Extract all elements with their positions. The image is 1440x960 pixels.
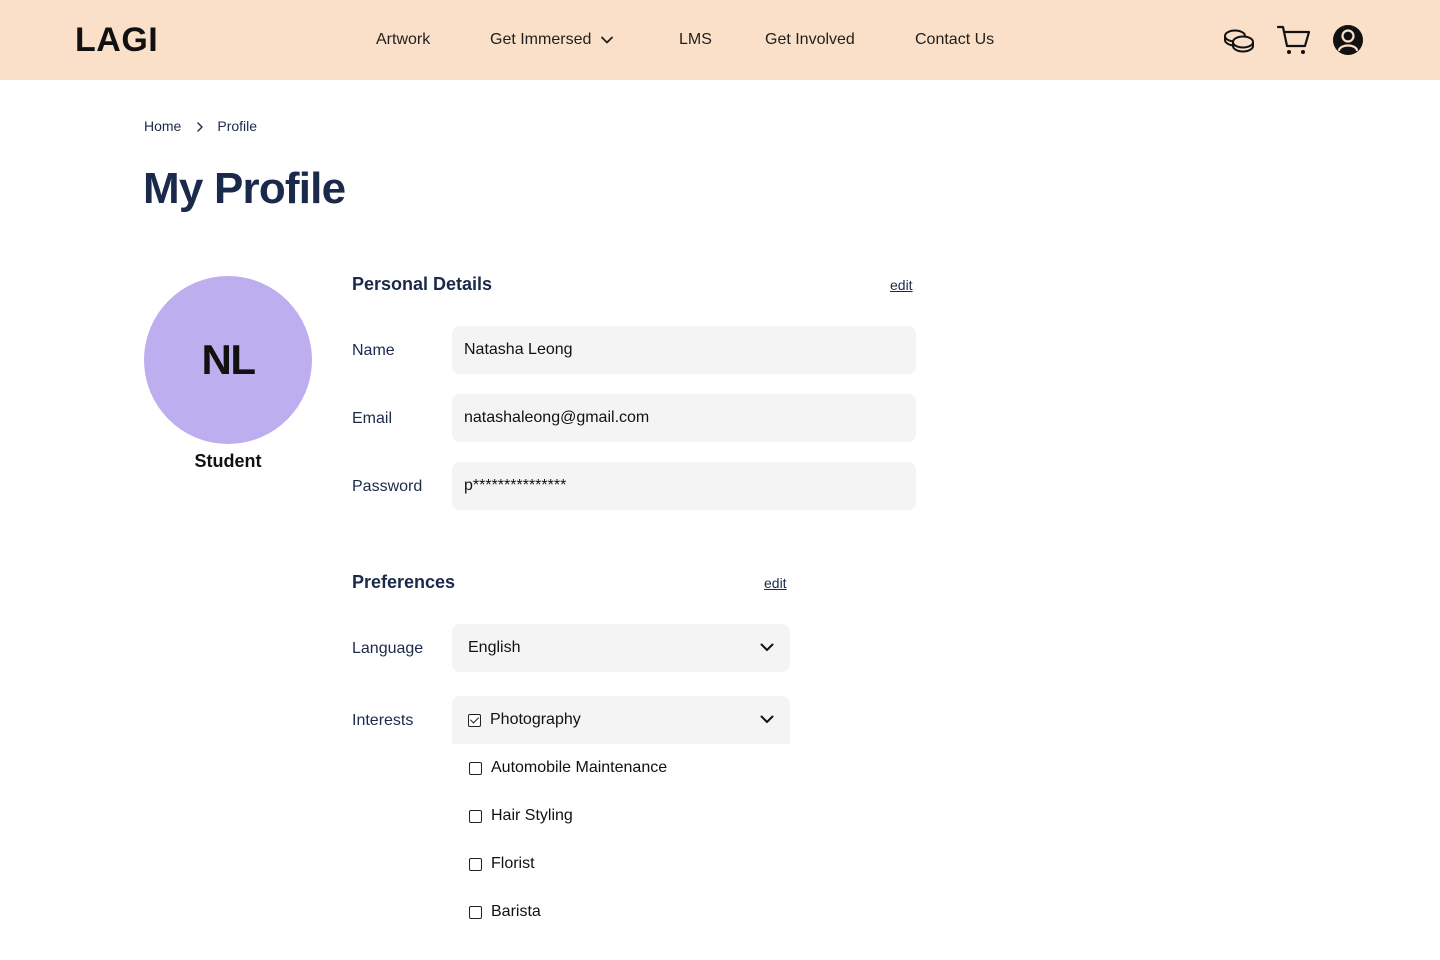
user-role: Student: [194, 451, 262, 471]
language-select-value: English: [468, 639, 521, 656]
avatar-initials: NL: [201, 336, 257, 383]
language-select[interactable]: English: [452, 624, 790, 672]
page-title: My Profile: [143, 164, 346, 213]
password-label: Password: [352, 478, 423, 495]
nav-link-get-involved[interactable]: Get Involved: [765, 30, 855, 50]
chevron-down-icon: [760, 711, 774, 729]
checkbox-checked-icon[interactable]: [468, 713, 481, 727]
checkbox-icon[interactable]: [469, 761, 482, 775]
name-field[interactable]: [452, 326, 916, 374]
cart-icon[interactable]: [1276, 22, 1312, 58]
preferences-edit-link[interactable]: edit: [764, 574, 787, 592]
breadcrumb-home[interactable]: Home: [144, 118, 181, 134]
preferences-title: Preferences: [352, 572, 456, 592]
password-field[interactable]: [452, 462, 916, 510]
interests-select[interactable]: Photography: [452, 696, 790, 744]
breadcrumb-profile[interactable]: Profile: [217, 118, 257, 134]
coins-icon[interactable]: [1221, 22, 1257, 58]
email-field[interactable]: [452, 394, 916, 442]
interest-option-florist[interactable]: Florist: [469, 854, 535, 874]
language-label: Language: [352, 640, 424, 657]
interest-option-label: Barista: [491, 903, 541, 920]
avatar: NL: [144, 276, 312, 444]
interest-option-hair-styling[interactable]: Hair Styling: [469, 806, 573, 826]
email-label: Email: [352, 410, 393, 427]
breadcrumb: Home Profile: [144, 117, 257, 136]
interests-label: Interests: [352, 712, 414, 729]
personal-details-edit-link[interactable]: edit: [890, 276, 913, 294]
nav-link-artwork[interactable]: Artwork: [376, 30, 430, 50]
interests-selected-label: Photography: [490, 711, 581, 728]
interests-selected-item: Photography: [468, 711, 581, 729]
interest-option-label: Florist: [491, 855, 535, 872]
chevron-down-icon: [760, 639, 774, 657]
nav-link-contact-us[interactable]: Contact Us: [915, 30, 994, 50]
checkbox-icon[interactable]: [469, 809, 482, 823]
nav-link-get-immersed[interactable]: Get Immersed: [490, 30, 614, 50]
nav-link-lms[interactable]: LMS: [679, 30, 712, 50]
user-account-icon[interactable]: [1330, 22, 1366, 58]
chevron-down-icon: [601, 30, 614, 50]
checkbox-icon[interactable]: [469, 857, 482, 871]
interest-option-barista[interactable]: Barista: [469, 902, 541, 922]
top-navbar: LAGI Artwork Get Immersed LMS Get Involv…: [0, 0, 1440, 80]
chevron-right-icon: [197, 118, 204, 136]
name-label: Name: [352, 342, 395, 359]
checkbox-icon[interactable]: [469, 905, 482, 919]
interest-option-label: Automobile Maintenance: [491, 759, 668, 776]
site-logo[interactable]: LAGI: [75, 20, 158, 60]
nav-link-get-immersed-label: Get Immersed: [490, 31, 592, 49]
interest-option-automobile-maintenance[interactable]: Automobile Maintenance: [469, 758, 667, 778]
personal-details-title: Personal Details: [352, 274, 493, 294]
interest-option-label: Hair Styling: [491, 807, 573, 824]
